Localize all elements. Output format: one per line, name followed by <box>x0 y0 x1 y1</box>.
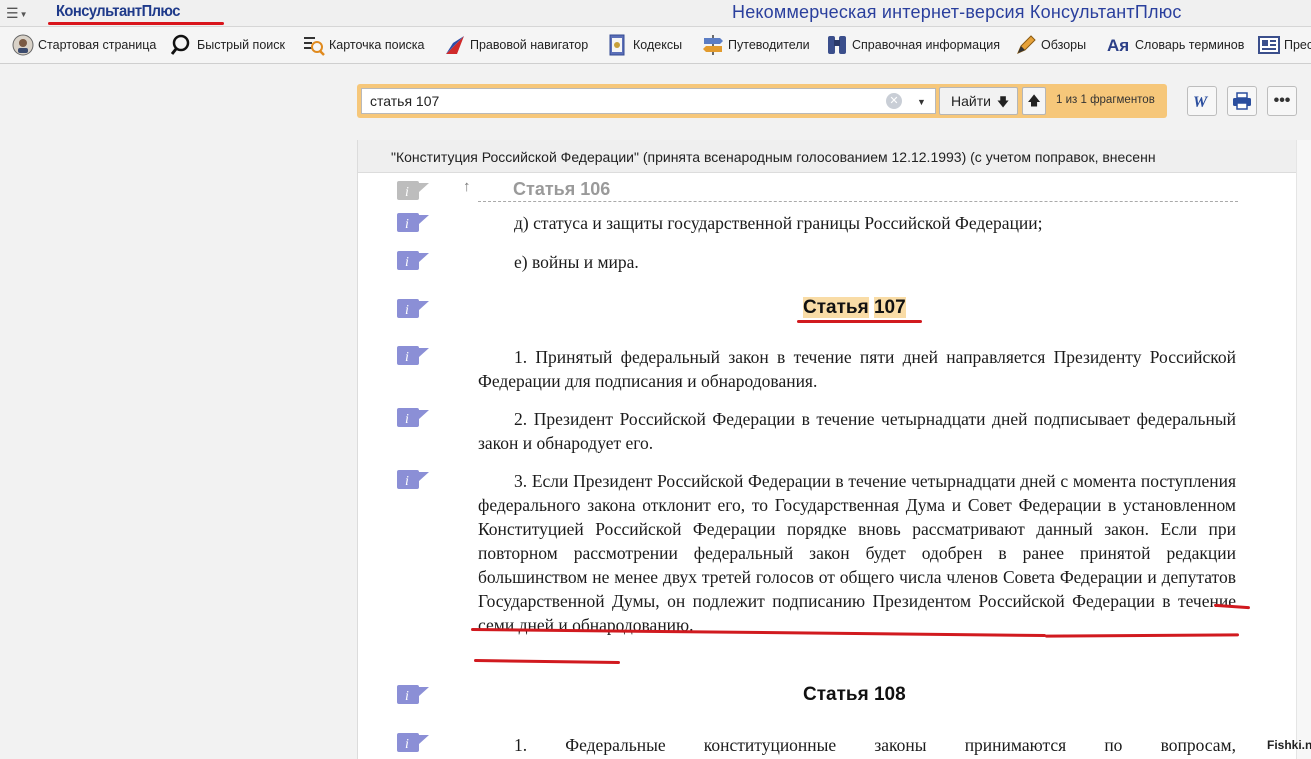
divider <box>478 201 1238 202</box>
article-107-heading: Статья 107 <box>803 297 906 319</box>
search-card-icon <box>303 34 325 56</box>
app-logo[interactable]: КонсультантПлюс <box>56 3 180 21</box>
newspaper-icon <box>1258 34 1280 56</box>
toolbar-label: Словарь терминов <box>1135 38 1245 52</box>
svg-text:i: i <box>405 412 409 427</box>
info-icon[interactable]: i <box>397 345 429 367</box>
red-underline-annotation <box>797 320 922 323</box>
paragraph-108-1: 1. Федеральные конституционные законы пр… <box>514 735 1236 755</box>
toolbar-label: Правовой навигатор <box>470 38 589 52</box>
navigator-icon <box>444 34 466 56</box>
dictionary-icon: Aя <box>1107 34 1131 56</box>
hamburger-menu-icon[interactable]: ☰▼ <box>6 5 36 22</box>
app-title: Некоммерческая интернет-версия Консульта… <box>732 2 1182 22</box>
top-bar: ☰▼ КонсультантПлюс Некоммерческая интерн… <box>0 0 1311 27</box>
toolbar-label: Путеводители <box>728 38 810 52</box>
svg-text:i: i <box>405 737 409 752</box>
svg-text:i: i <box>405 185 409 200</box>
watermark: Fishki.net <box>1267 738 1311 752</box>
list-item-e: е) войны и мира. <box>514 252 639 272</box>
toolbar-reviews[interactable]: Обзоры <box>1015 33 1086 57</box>
start-page-icon <box>12 34 34 56</box>
toolbar-label: Кодексы <box>633 38 683 52</box>
highlight-word: Статья <box>803 297 869 318</box>
toolbar-label: Справочная информация <box>852 38 1001 52</box>
printer-icon <box>1233 92 1251 110</box>
up-arrow-icon[interactable]: ↑ <box>463 178 471 195</box>
toolbar-dictionary[interactable]: Aя Словарь терминов <box>1107 33 1244 57</box>
toolbar-reference-info[interactable]: Справочная информация <box>826 33 1000 57</box>
svg-text:i: i <box>405 474 409 489</box>
toolbar-label: Обзоры <box>1041 38 1087 52</box>
info-icon[interactable]: i <box>397 469 429 491</box>
toolbar-codexes[interactable]: Кодексы <box>607 33 682 57</box>
find-button-label: Найти <box>951 93 991 109</box>
info-icon[interactable]: i <box>397 250 429 272</box>
signpost-icon <box>702 34 724 56</box>
search-history-dropdown-icon[interactable]: ▼ <box>908 88 936 114</box>
search-input[interactable] <box>361 88 909 114</box>
svg-text:Aя: Aя <box>1107 36 1129 55</box>
info-icon[interactable]: i <box>397 684 429 706</box>
document-scrollbar[interactable] <box>1296 140 1311 759</box>
previous-fragment-button[interactable]: 🡅 <box>1022 87 1046 115</box>
toolbar-start-page[interactable]: Стартовая страница <box>12 33 156 57</box>
toolbar-quick-search[interactable]: Быстрый поиск <box>171 33 285 57</box>
document-header: "Конституция Российской Федерации" (прин… <box>358 140 1296 173</box>
info-icon[interactable]: i <box>397 732 429 754</box>
paragraph-2: 2. Президент Российской Федерации в тече… <box>478 409 1236 453</box>
magnifier-icon <box>171 34 193 56</box>
info-icon[interactable]: i <box>397 212 429 234</box>
pen-icon <box>1015 34 1037 56</box>
svg-text:i: i <box>405 689 409 704</box>
svg-text:i: i <box>405 303 409 318</box>
svg-text:i: i <box>405 255 409 270</box>
codex-icon <box>607 34 629 56</box>
main-toolbar: Стартовая страница Быстрый поиск Карточк… <box>0 27 1311 64</box>
toolbar-legal-navigator[interactable]: Правовой навигатор <box>444 33 588 57</box>
clear-search-icon[interactable]: ✕ <box>886 93 902 109</box>
svg-text:i: i <box>405 217 409 232</box>
svg-text:i: i <box>405 350 409 365</box>
fragment-counter: 1 из 1 фрагментов <box>1056 94 1155 106</box>
app-window: ☰▼ КонсультантПлюс Некоммерческая интерн… <box>0 0 1311 759</box>
article-108-heading: Статья 108 <box>803 684 906 705</box>
toolbar-guides[interactable]: Путеводители <box>702 33 810 57</box>
find-button[interactable]: Найти 🡇 <box>939 87 1018 115</box>
info-icon[interactable]: i <box>397 407 429 429</box>
arrow-down-icon: 🡇 <box>996 95 1010 109</box>
svg-text:W: W <box>1193 94 1209 109</box>
paragraph-3: 3. Если Президент Российской Федерации в… <box>478 471 1236 635</box>
highlight-number: 107 <box>873 297 906 318</box>
info-icon[interactable]: i <box>397 180 429 202</box>
print-button[interactable] <box>1227 86 1257 116</box>
red-underline-annotation <box>48 22 224 25</box>
list-item-d: д) статуса и защиты государственной гран… <box>514 213 1043 233</box>
more-options-button[interactable]: ••• <box>1267 86 1297 116</box>
toolbar-press[interactable]: Прес <box>1258 33 1311 57</box>
info-icon[interactable]: i <box>397 298 429 320</box>
toolbar-label: Быстрый поиск <box>197 38 285 52</box>
previous-article-heading[interactable]: Статья 106 <box>513 179 610 200</box>
toolbar-label: Прес <box>1284 38 1311 52</box>
paragraph-1: 1. Принятый федеральный закон в течение … <box>478 347 1236 391</box>
binoculars-icon <box>826 34 848 56</box>
toolbar-label: Карточка поиска <box>329 38 425 52</box>
word-icon: W <box>1193 94 1209 109</box>
toolbar-label: Стартовая страница <box>38 38 157 52</box>
ellipsis-icon: ••• <box>1273 92 1291 109</box>
export-word-button[interactable]: W <box>1187 86 1217 116</box>
toolbar-search-card[interactable]: Карточка поиска <box>303 33 425 57</box>
